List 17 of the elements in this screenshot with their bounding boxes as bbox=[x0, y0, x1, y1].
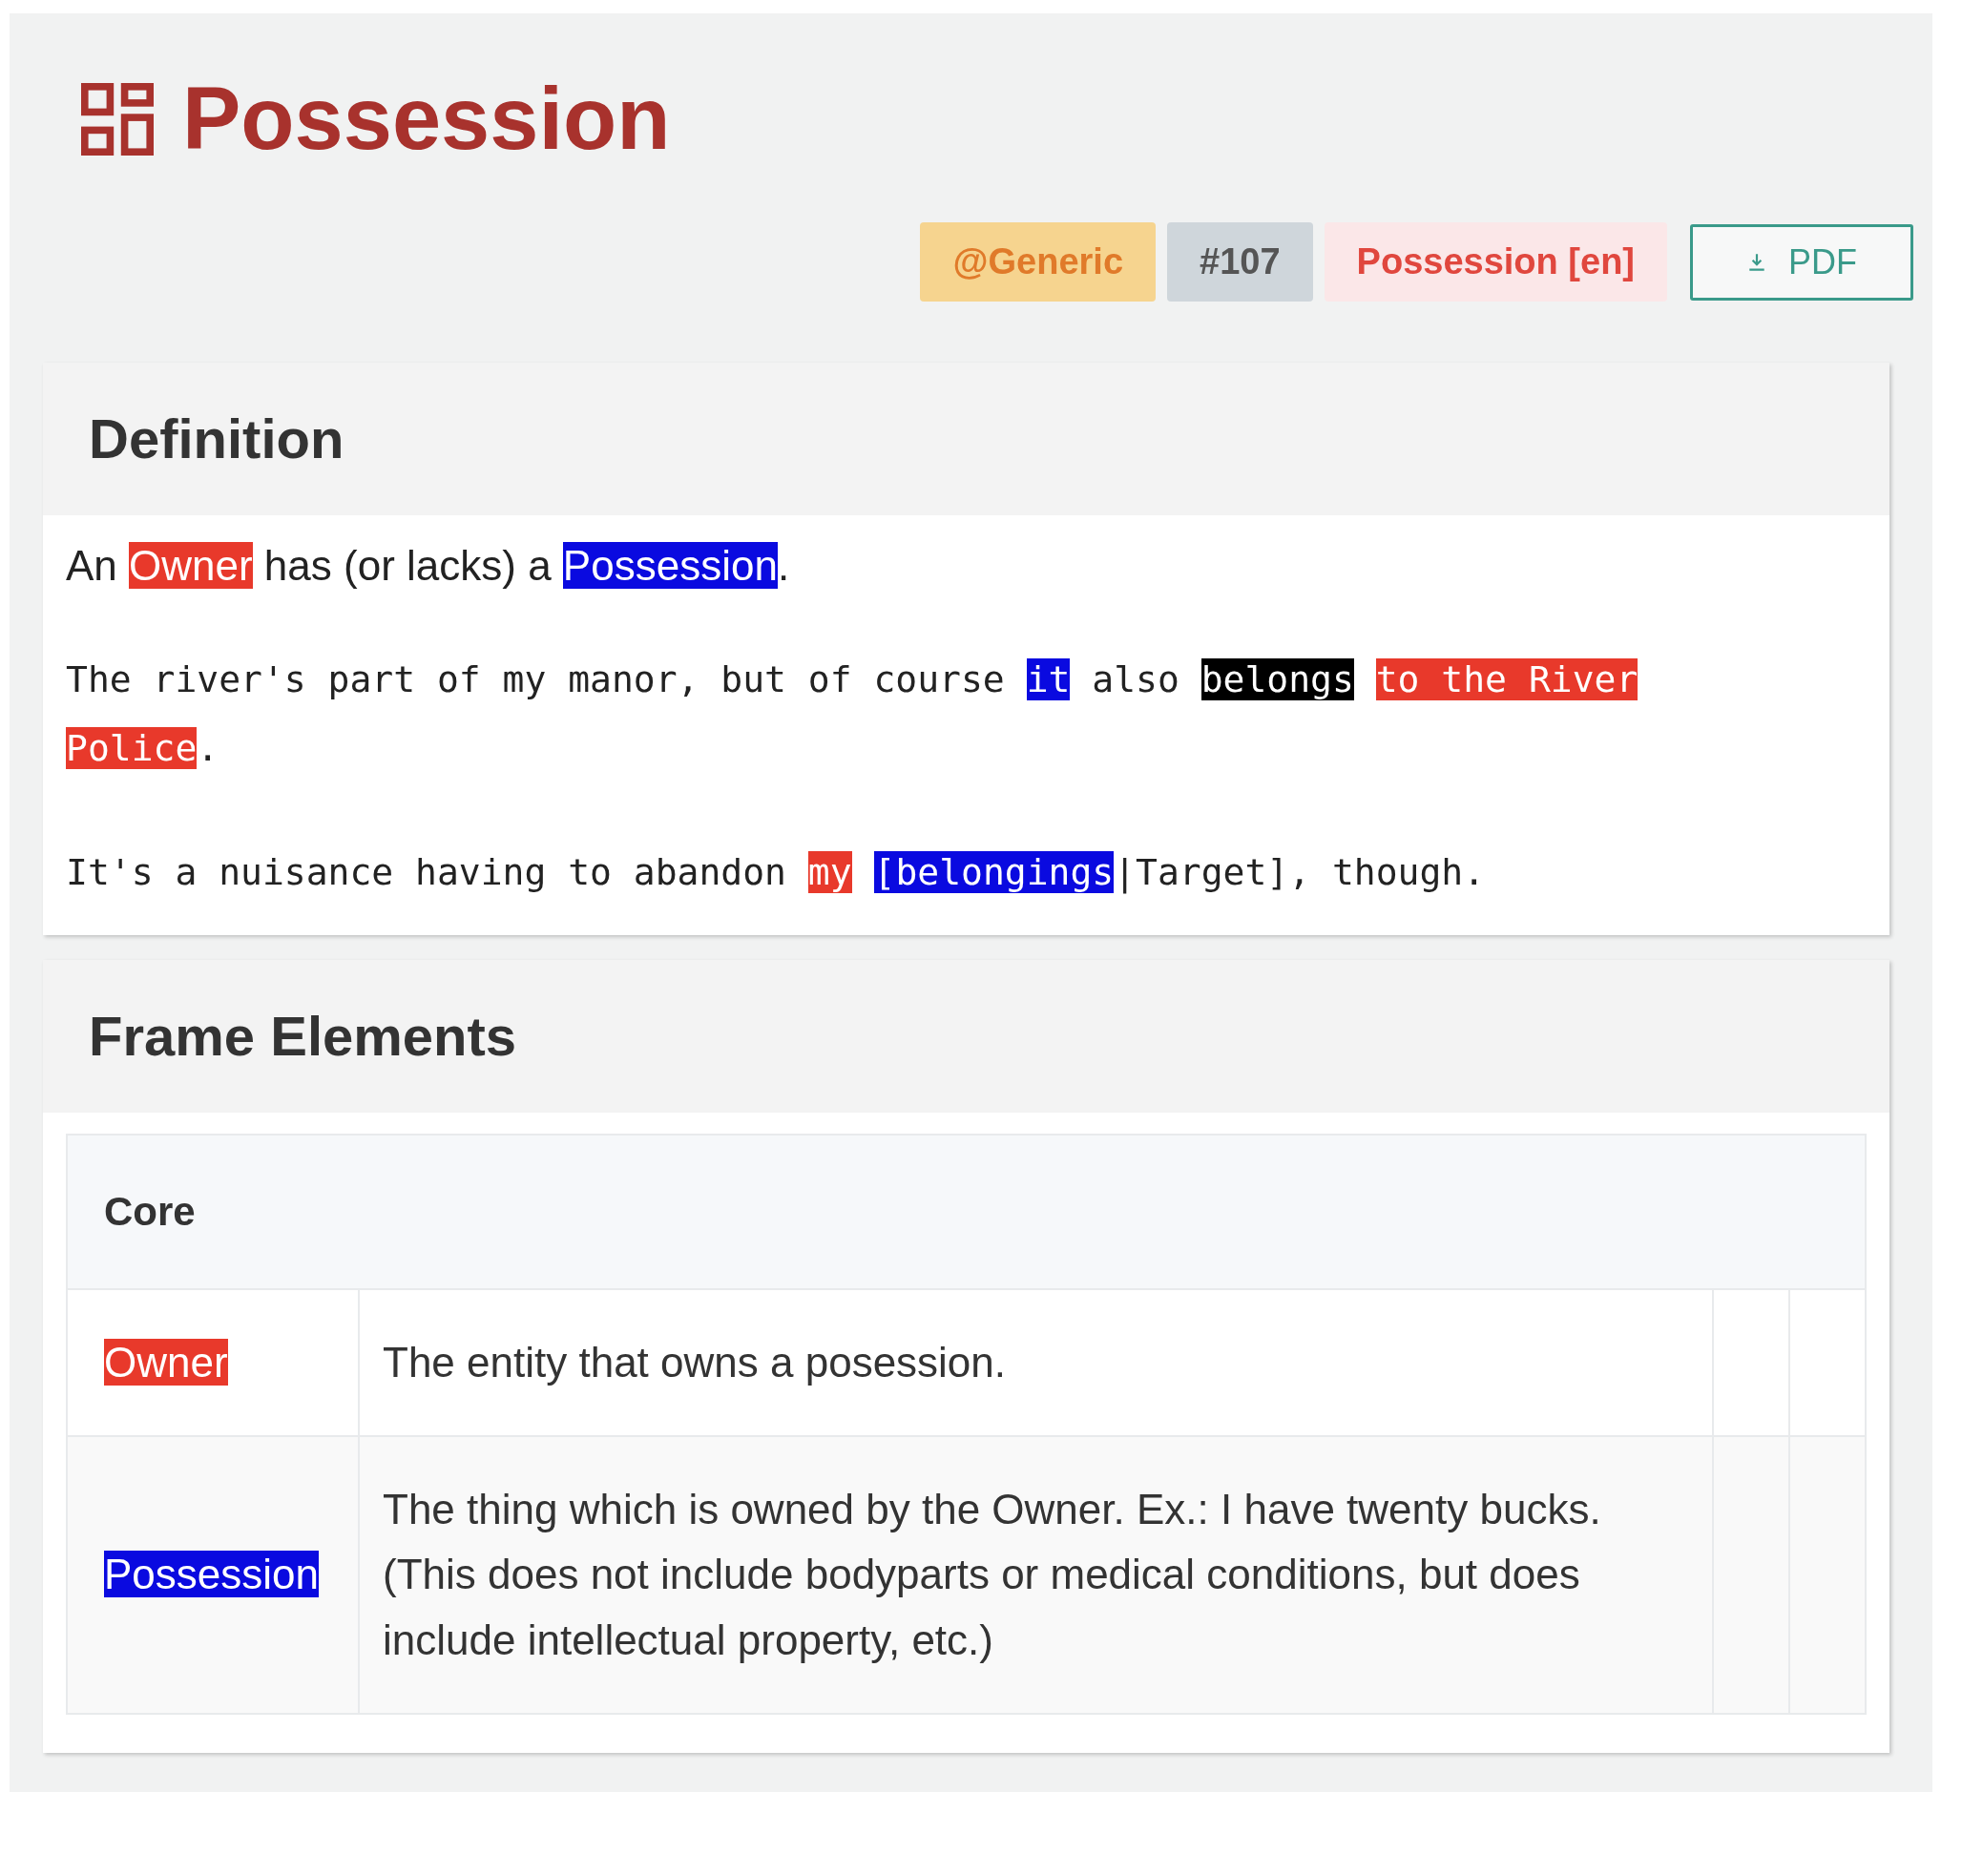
element-description: The thing which is owned by the Owner. Ex.: I have twenty bucks. (This does not include bodyparts or medical conditions, but does include intellectual property, etc.) bbox=[383, 1486, 1601, 1663]
element-name: Owner bbox=[104, 1339, 228, 1386]
section-heading: Frame Elements bbox=[89, 1004, 518, 1070]
element-name: Possession bbox=[104, 1551, 319, 1598]
layout-icon bbox=[81, 82, 154, 156]
tag-badge: #107 bbox=[1167, 222, 1313, 302]
definition-text: An Owner has (or lacks) a Possession. bbox=[66, 541, 791, 590]
page-title: Possession bbox=[182, 71, 671, 168]
section-heading: Definition bbox=[89, 406, 345, 472]
pdf-download-button[interactable]: PDF bbox=[1690, 223, 1913, 301]
example-sentence: The river's part of my manor, but of course it also belongs to the River Police. bbox=[66, 657, 1639, 771]
example-sentence: It's a nuisance having to abandon my [belongings|Target], though. bbox=[66, 850, 1487, 896]
group-heading: Core bbox=[104, 1188, 196, 1234]
tag-badge: @Generic bbox=[920, 222, 1157, 302]
element-description: The entity that owns a posession. bbox=[383, 1338, 1007, 1386]
tag-badge: Possession [en] bbox=[1324, 222, 1667, 302]
download-icon bbox=[1746, 251, 1767, 273]
